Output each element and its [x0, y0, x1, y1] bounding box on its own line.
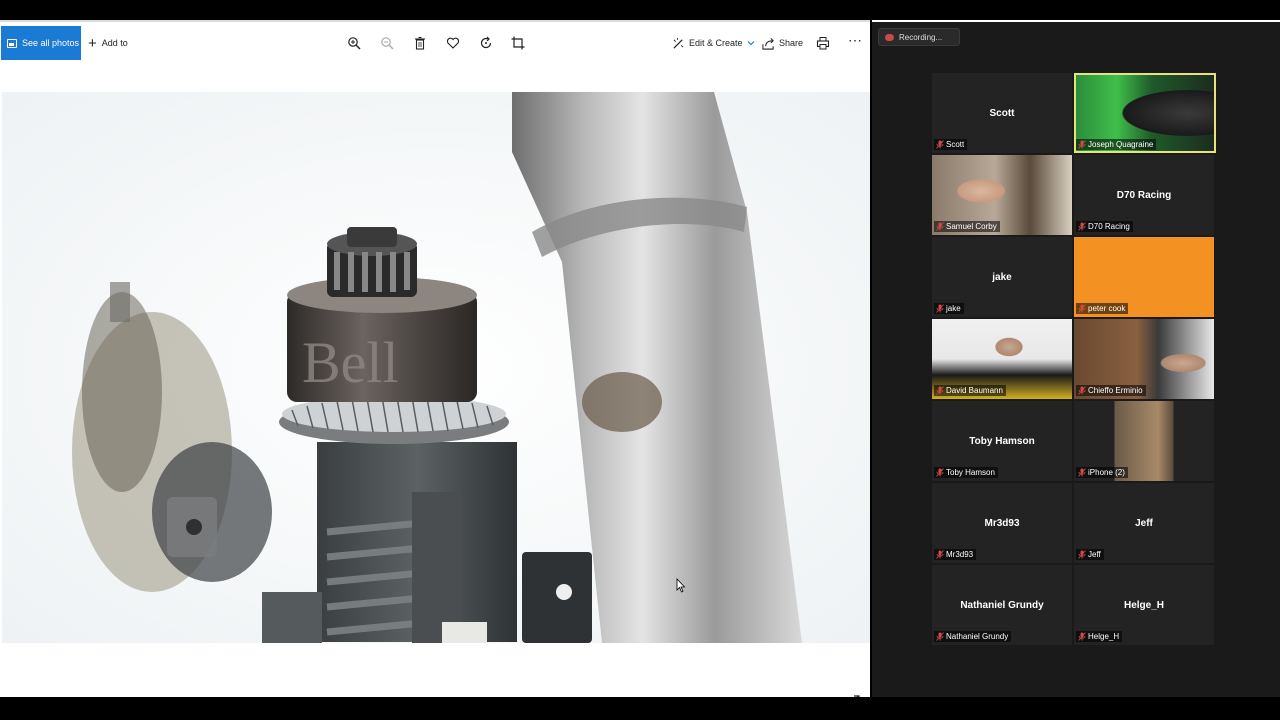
favorite-icon[interactable]	[445, 35, 461, 51]
participant-name-text: Jeff	[1088, 550, 1101, 559]
participant-name-label: Joseph Quagraine	[1076, 139, 1157, 150]
participant-tile[interactable]: Joseph Quagraine	[1074, 73, 1216, 153]
print-icon[interactable]	[815, 35, 831, 51]
participant-tile[interactable]: David Baumann	[932, 319, 1072, 399]
participant-name-label: Nathaniel Grundy	[934, 631, 1012, 642]
participant-tile[interactable]: D70 Racing D70 Racing	[1074, 155, 1214, 235]
plus-icon: +	[88, 34, 97, 52]
mouse-cursor-icon	[676, 577, 686, 598]
muted-mic-icon	[936, 304, 944, 313]
recording-indicator[interactable]: Recording...	[878, 28, 960, 46]
zoom-in-icon[interactable]	[346, 35, 362, 51]
muted-mic-icon	[1078, 550, 1086, 559]
muted-mic-icon	[1078, 632, 1086, 641]
muted-mic-icon	[1078, 304, 1086, 313]
delete-icon[interactable]	[412, 35, 428, 51]
participant-name-label: Mr3d93	[934, 549, 977, 560]
participant-name-label: iPhone (2)	[1076, 467, 1128, 478]
participant-tile[interactable]: peter cook	[1074, 237, 1214, 317]
share-label: Share	[779, 38, 804, 48]
participant-name-text: Joseph Quagraine	[1088, 140, 1154, 149]
participant-name-label: D70 Racing	[1076, 221, 1133, 232]
see-all-photos-button[interactable]: See all photos	[1, 26, 81, 60]
participant-name-text: David Baumann	[946, 386, 1003, 395]
cloud-recording-icon	[885, 33, 894, 41]
participant-tile[interactable]: Helge_H Helge_H	[1074, 565, 1214, 645]
muted-mic-icon	[936, 140, 944, 149]
photos-app-window: See all photos + Add to Edit & Create Sh…	[0, 20, 870, 707]
add-to-label: Add to	[101, 38, 128, 48]
participant-name-text: Scott	[946, 140, 965, 149]
participant-name-text: iPhone (2)	[1088, 468, 1125, 477]
muted-mic-icon	[1078, 386, 1086, 395]
participant-name-text: Chieffo Erminio	[1088, 386, 1143, 395]
bottom-black-bar	[0, 697, 1280, 720]
zoom-out-icon[interactable]	[379, 35, 395, 51]
participant-name-text: Helge_H	[1088, 632, 1120, 641]
participant-tile[interactable]: Mr3d93 Mr3d93	[932, 483, 1072, 563]
muted-mic-icon	[936, 632, 944, 641]
engine-photo: Bell	[2, 92, 870, 643]
participant-name-label: Scott	[934, 139, 968, 150]
participant-tile[interactable]: Nathaniel Grundy Nathaniel Grundy	[932, 565, 1072, 645]
participant-name-label: jake	[934, 303, 964, 314]
participant-name-label: Helge_H	[1076, 631, 1123, 642]
more-options-button[interactable]: ⋯	[848, 32, 863, 49]
crop-icon[interactable]	[510, 35, 526, 51]
participant-name-text: D70 Racing	[1088, 222, 1130, 231]
muted-mic-icon	[936, 386, 944, 395]
share-button[interactable]: Share	[762, 26, 803, 60]
top-black-bar	[0, 0, 1280, 20]
add-to-button[interactable]: + Add to	[88, 26, 128, 60]
edit-create-button[interactable]: Edit & Create	[672, 26, 755, 60]
participant-tile[interactable]: Samuel Corby	[932, 155, 1072, 235]
engraving-text: Bell	[302, 330, 399, 395]
recording-label: Recording...	[899, 32, 943, 42]
participant-name-text: Mr3d93	[946, 550, 974, 559]
participant-name-text: Samuel Corby	[946, 222, 997, 231]
participant-tile[interactable]: Jeff Jeff	[1074, 483, 1214, 563]
photos-icon	[7, 38, 17, 48]
participant-name-label: Toby Hamson	[934, 467, 998, 478]
photo-viewer-image[interactable]: Bell	[2, 92, 870, 643]
muted-mic-icon	[936, 468, 944, 477]
participant-name-text: peter cook	[1088, 304, 1126, 313]
participant-tile[interactable]: Chieffo Erminio	[1074, 319, 1214, 399]
participant-tile[interactable]: jake jake	[932, 237, 1072, 317]
share-icon	[762, 37, 774, 50]
chevron-down-icon	[747, 41, 754, 46]
see-all-photos-label: See all photos	[22, 38, 80, 48]
participant-name-label: Samuel Corby	[934, 221, 1000, 232]
participant-tile[interactable]: iPhone (2)	[1074, 401, 1214, 481]
participant-name-label: peter cook	[1076, 303, 1129, 314]
muted-mic-icon	[1078, 140, 1086, 149]
photos-toolbar: See all photos + Add to Edit & Create Sh…	[0, 26, 870, 60]
participant-name-text: Toby Hamson	[946, 468, 995, 477]
participant-tile[interactable]: Scott Scott	[932, 73, 1072, 153]
muted-mic-icon	[1078, 222, 1086, 231]
participant-tile[interactable]: Toby Hamson Toby Hamson	[932, 401, 1072, 481]
muted-mic-icon	[1078, 468, 1086, 477]
edit-create-label: Edit & Create	[689, 38, 743, 48]
rotate-icon[interactable]	[478, 35, 494, 51]
edit-create-icon	[673, 37, 684, 49]
muted-mic-icon	[936, 550, 944, 559]
participant-name-text: Nathaniel Grundy	[946, 632, 1009, 641]
participant-name-label: David Baumann	[934, 385, 1006, 396]
participant-name-label: Jeff	[1076, 549, 1104, 560]
participant-name-label: Chieffo Erminio	[1076, 385, 1146, 396]
muted-mic-icon	[936, 222, 944, 231]
participant-name-text: jake	[946, 304, 961, 313]
